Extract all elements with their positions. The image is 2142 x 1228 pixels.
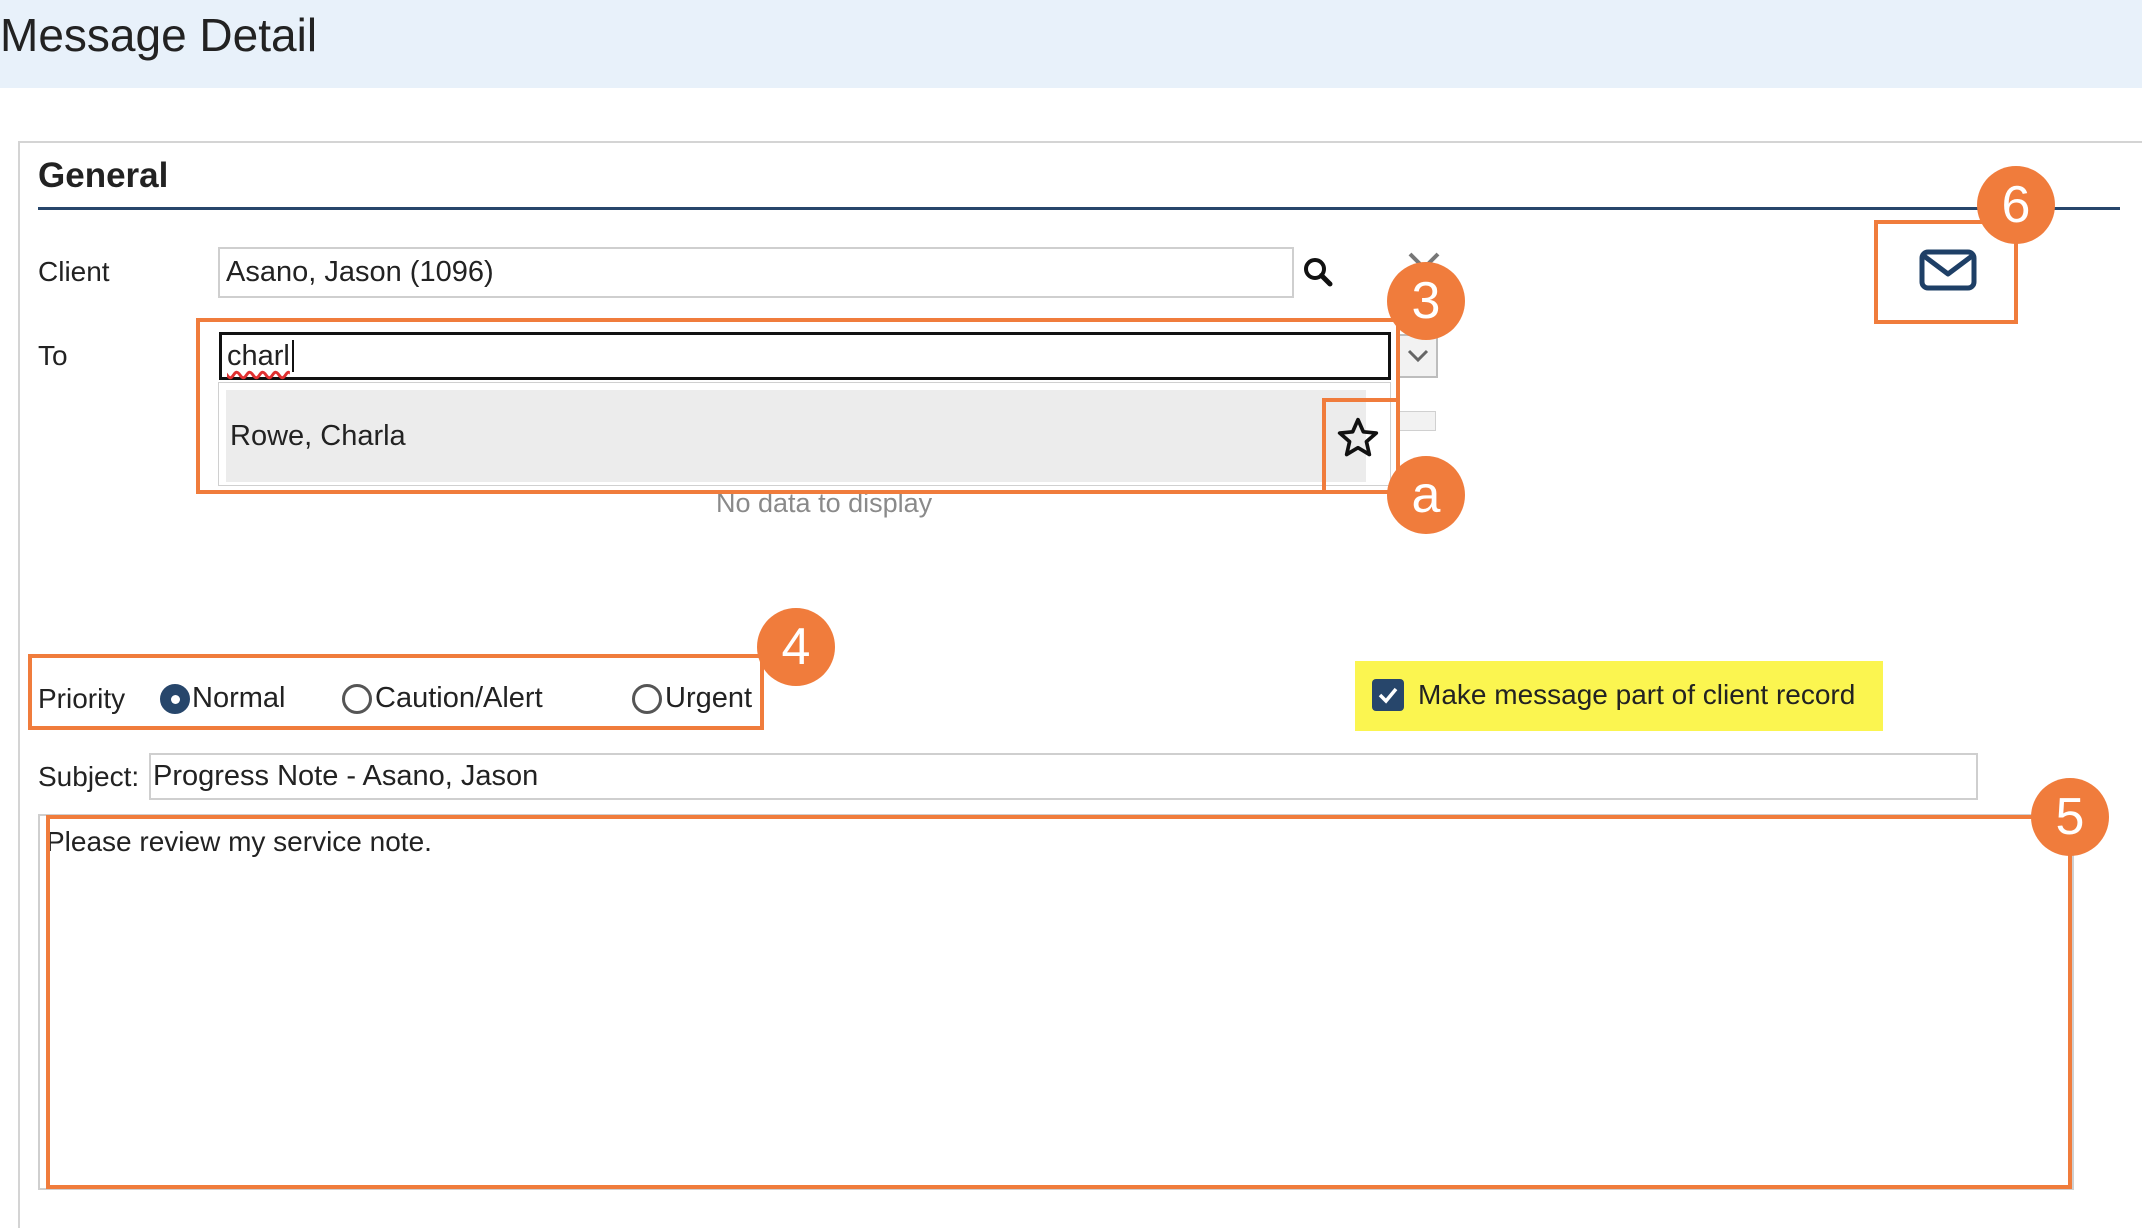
scroll-stub — [1398, 411, 1436, 431]
callout-badge-a: a — [1387, 456, 1465, 534]
callout-badge-5: 5 — [2031, 778, 2109, 856]
chevron-down-icon — [1407, 349, 1429, 363]
to-label: To — [38, 340, 68, 371]
client-field[interactable]: Asano, Jason (1096) — [218, 247, 1294, 298]
section-title: General — [38, 156, 169, 195]
callout-box-priority — [28, 654, 764, 730]
search-icon[interactable] — [1302, 256, 1334, 288]
callout-box-body — [46, 815, 2072, 1189]
page-header — [0, 0, 2142, 88]
client-record-label[interactable]: Make message part of client record — [1418, 679, 1855, 711]
client-record-checkbox[interactable] — [1372, 679, 1404, 711]
client-value: Asano, Jason (1096) — [226, 256, 494, 288]
client-label: Client — [38, 256, 110, 287]
callout-badge-4: 4 — [757, 608, 835, 686]
check-icon — [1378, 687, 1398, 704]
page-title: Message Detail — [0, 9, 318, 61]
callout-badge-3: 3 — [1387, 262, 1465, 340]
subject-value: Progress Note - Asano, Jason — [153, 760, 539, 792]
callout-box-to — [196, 318, 1400, 494]
to-dropdown-toggle[interactable] — [1398, 334, 1438, 378]
callout-badge-6: 6 — [1977, 166, 2055, 244]
subject-input[interactable]: Progress Note - Asano, Jason — [149, 753, 1978, 800]
callout-box-favorite — [1322, 398, 1400, 494]
subject-label: Subject: — [38, 761, 140, 792]
section-divider — [38, 207, 2120, 210]
